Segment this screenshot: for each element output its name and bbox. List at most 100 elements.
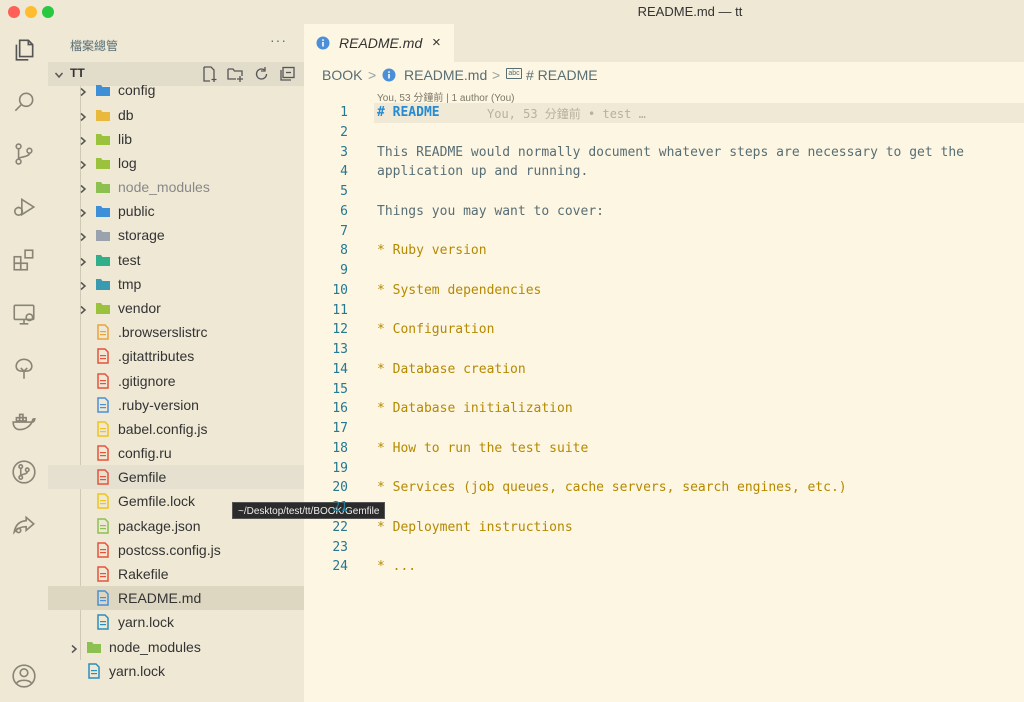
run-debug-icon[interactable] bbox=[6, 189, 42, 225]
file-item[interactable]: yarn.lock bbox=[48, 659, 304, 683]
code-line: This README would normally document what… bbox=[377, 145, 964, 160]
file-icon bbox=[95, 542, 111, 558]
folder-item[interactable]: vendor bbox=[48, 296, 304, 320]
folder-icon bbox=[86, 639, 102, 655]
folder-item[interactable]: storage bbox=[48, 223, 304, 247]
maximize-window-button[interactable] bbox=[42, 6, 54, 18]
file-item[interactable]: yarn.lock bbox=[48, 610, 304, 634]
minimize-window-button[interactable] bbox=[25, 6, 37, 18]
line-number: 22 bbox=[332, 520, 348, 535]
git-graph-icon[interactable] bbox=[6, 454, 42, 490]
breadcrumb-file[interactable]: README.md bbox=[404, 67, 487, 83]
file-icon bbox=[95, 590, 111, 606]
line-number: 5 bbox=[340, 184, 348, 199]
file-icon bbox=[95, 373, 111, 389]
line-number: 6 bbox=[340, 204, 348, 219]
more-actions-button[interactable]: ··· bbox=[270, 32, 287, 48]
close-window-button[interactable] bbox=[8, 6, 20, 18]
code-line: * Configuration bbox=[377, 322, 495, 337]
info-icon bbox=[382, 68, 396, 85]
item-label: README.md bbox=[118, 590, 202, 606]
line-number: 12 bbox=[332, 322, 348, 337]
item-label: vendor bbox=[118, 300, 161, 316]
item-label: .gitattributes bbox=[118, 348, 195, 364]
item-label: Gemfile.lock bbox=[118, 493, 196, 509]
folder-item[interactable]: tmp bbox=[48, 272, 304, 296]
folder-item[interactable]: node_modules bbox=[48, 175, 304, 199]
folder-item[interactable]: test bbox=[48, 248, 304, 272]
code-line: application up and running. bbox=[377, 164, 589, 179]
remote-explorer-icon[interactable] bbox=[6, 296, 42, 332]
file-item[interactable]: README.md bbox=[48, 586, 304, 610]
chevron-right-icon bbox=[69, 641, 79, 654]
item-label: public bbox=[118, 203, 155, 219]
tree-icon[interactable] bbox=[6, 351, 42, 387]
folder-icon bbox=[95, 252, 111, 268]
line-number: 11 bbox=[332, 303, 348, 318]
item-label: Gemfile bbox=[118, 469, 167, 485]
chevron-right-icon bbox=[78, 254, 88, 267]
chevron-right-icon bbox=[78, 181, 88, 194]
item-label: .browserslistrc bbox=[118, 324, 208, 340]
item-label: tmp bbox=[118, 276, 142, 292]
folder-icon bbox=[95, 300, 111, 316]
source-control-icon[interactable] bbox=[6, 136, 42, 172]
tab-readme[interactable]: README.md × bbox=[304, 24, 454, 62]
folder-item[interactable]: node_modules bbox=[48, 635, 304, 659]
breadcrumb-folder[interactable]: BOOK bbox=[322, 67, 362, 83]
item-label: config.ru bbox=[118, 445, 172, 461]
chevron-right-icon bbox=[78, 157, 88, 170]
git-blame-header[interactable]: You, 53 分鐘前 | 1 author (You) bbox=[377, 89, 515, 104]
folder-item[interactable]: public bbox=[48, 199, 304, 223]
file-icon bbox=[95, 324, 111, 340]
line-number: 17 bbox=[332, 421, 348, 436]
file-item[interactable]: postcss.config.js bbox=[48, 538, 304, 562]
item-label: db bbox=[118, 107, 134, 123]
folder-icon bbox=[95, 276, 111, 292]
account-icon[interactable] bbox=[6, 658, 42, 694]
file-icon bbox=[95, 348, 111, 364]
file-item[interactable]: config.ru bbox=[48, 441, 304, 465]
chevron-right-icon bbox=[78, 109, 88, 122]
line-number: 10 bbox=[332, 283, 348, 298]
item-label: babel.config.js bbox=[118, 421, 208, 437]
chevron-right-icon bbox=[78, 229, 88, 242]
file-item[interactable]: .browserslistrc bbox=[48, 320, 304, 344]
file-item[interactable]: babel.config.js bbox=[48, 417, 304, 441]
file-item[interactable]: .gitattributes bbox=[48, 344, 304, 368]
close-tab-button[interactable]: × bbox=[432, 34, 441, 51]
folder-icon bbox=[95, 203, 111, 219]
chevron-right-icon bbox=[78, 84, 88, 97]
code-editor[interactable]: 1 # README 2 3 This README would normally do… bbox=[304, 103, 1024, 583]
chevron-right-icon bbox=[78, 133, 88, 146]
folder-icon bbox=[95, 107, 111, 123]
explorer-icon[interactable] bbox=[6, 32, 42, 68]
folder-item[interactable]: lib bbox=[48, 127, 304, 151]
docker-icon[interactable] bbox=[6, 404, 42, 440]
folder-item[interactable]: db bbox=[48, 103, 304, 127]
item-label: config bbox=[118, 82, 156, 98]
folder-item[interactable]: log bbox=[48, 151, 304, 175]
breadcrumb-symbol[interactable]: # README bbox=[526, 67, 598, 83]
file-icon bbox=[95, 445, 111, 461]
line-number: 20 bbox=[332, 480, 348, 495]
line-number: 19 bbox=[332, 461, 348, 476]
explorer-sidebar: 檔案總管 ··· TT config db lib log node_modules pu… bbox=[48, 24, 304, 702]
file-item[interactable]: .ruby-version bbox=[48, 393, 304, 417]
extensions-icon[interactable] bbox=[6, 242, 42, 278]
file-item[interactable]: .gitignore bbox=[48, 369, 304, 393]
folder-item[interactable]: config bbox=[48, 78, 304, 102]
code-line: * Deployment instructions bbox=[377, 520, 573, 535]
folder-icon bbox=[95, 131, 111, 147]
file-item[interactable]: Rakefile bbox=[48, 562, 304, 586]
file-icon bbox=[95, 566, 111, 582]
file-item[interactable]: Gemfile bbox=[48, 465, 304, 489]
item-label: log bbox=[118, 155, 137, 171]
line-number: 24 bbox=[332, 559, 348, 574]
live-share-icon[interactable] bbox=[6, 507, 42, 543]
line-number: 23 bbox=[332, 540, 348, 555]
line-number: 8 bbox=[340, 243, 348, 258]
code-line: * Services (job queues, cache servers, s… bbox=[377, 480, 847, 495]
search-icon[interactable] bbox=[6, 84, 42, 120]
line-number: 9 bbox=[340, 263, 348, 278]
